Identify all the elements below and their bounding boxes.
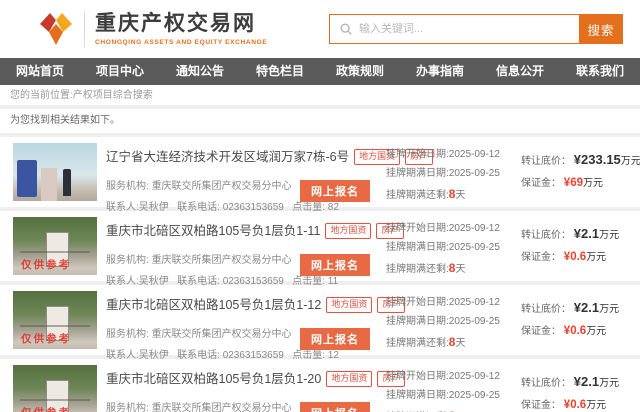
agency-value: 重庆联交所集团产权交易分中心 [152, 403, 292, 412]
listing-dates: 挂牌开始日期:2025-09-12 挂牌期满日期:2025-09-25 挂牌期满… [386, 368, 500, 412]
end-date-line: 挂牌期满日期:2025-09-25 [386, 313, 500, 332]
online-apply-button[interactable]: 网上报名 [300, 328, 370, 350]
listing-prices: 转让底价： ¥2.1万元 保证金： ¥0.6万元 [521, 374, 619, 412]
listing-row: 仅供参考 重庆市北碚区双柏路105号负1层负1-12地方国资房产 服务机构: 重… [0, 285, 640, 355]
price-line: 转让底价： ¥2.1万元 [521, 300, 619, 315]
logo-icon [36, 9, 76, 49]
site-logo[interactable]: 重庆产权交易网 CHONGQING ASSETS AND EQUITY EXCH… [36, 9, 267, 49]
start-date-line: 挂牌开始日期:2025-09-12 [386, 294, 500, 313]
listing-title[interactable]: 重庆市北碚区双柏路105号负1层负1-12 [106, 298, 321, 312]
listing-thumbnail[interactable]: 仅供参考 [13, 217, 97, 275]
search-bar: 搜索 [329, 14, 623, 44]
agency-value: 重庆联交所集团产权交易分中心 [152, 255, 292, 266]
deposit-label: 保证金： [521, 178, 561, 189]
thumbnail-watermark: 仅供参考 [21, 405, 71, 412]
listing-title[interactable]: 重庆市北碚区双柏路105号负1层负1-20 [106, 372, 321, 386]
end-date-line: 挂牌期满日期:2025-09-25 [386, 239, 500, 258]
agency-value: 重庆联交所集团产权交易分中心 [152, 329, 292, 340]
deposit-label: 保证金： [521, 326, 561, 337]
listing-title[interactable]: 重庆市北碚区双柏路105号负1层负1-11 [106, 224, 320, 238]
nav-item-3[interactable]: 通知公告 [160, 58, 240, 85]
results-note: 为您找到相关结果如下。 [0, 109, 640, 133]
listing-thumbnail[interactable]: 仅供参考 [13, 291, 97, 349]
listing-dates: 挂牌开始日期:2025-09-12 挂牌期满日期:2025-09-25 挂牌期满… [386, 294, 500, 354]
listing-prices: 转让底价： ¥233.15万元 保证金： ¥69万元 [521, 152, 640, 196]
breadcrumb: 您的当前位置:产权项目综合搜索 [0, 85, 640, 106]
listing-prices: 转让底价： ¥2.1万元 保证金： ¥0.6万元 [521, 300, 619, 344]
price-label: 转让底价： [521, 230, 571, 241]
deposit-value: ¥69 [564, 177, 583, 189]
online-apply-button[interactable]: 网上报名 [300, 402, 370, 412]
nav-item-2[interactable]: 项目中心 [80, 58, 160, 85]
price-value: ¥2.1 [574, 226, 599, 241]
listing-tag: 地方国资 [326, 297, 372, 313]
agency-label: 服务机构: [106, 403, 149, 412]
price-value: ¥2.1 [574, 300, 599, 315]
end-date-line: 挂牌期满日期:2025-09-25 [386, 165, 500, 184]
end-date-line: 挂牌期满日期:2025-09-25 [386, 387, 500, 406]
price-line: 转让底价： ¥2.1万元 [521, 374, 619, 389]
deposit-value: ¥0.6 [564, 251, 586, 263]
start-date-line: 挂牌开始日期:2025-09-12 [386, 220, 500, 239]
logo-divider [84, 11, 85, 47]
listing-tag: 地方国资 [326, 371, 372, 387]
price-label: 转让底价： [521, 156, 571, 167]
search-icon [339, 22, 353, 36]
remain-line: 挂牌期满还剩:8天 [386, 405, 500, 412]
price-value: ¥2.1 [574, 374, 599, 389]
deposit-line: 保证金： ¥0.6万元 [521, 396, 619, 411]
site-subtitle: CHONGQING ASSETS AND EQUITY EXCHANGE [95, 39, 267, 46]
listing-title[interactable]: 辽宁省大连经济技术开发区域润万家7栋-6号 [106, 150, 349, 164]
nav-item-8[interactable]: 联系我们 [560, 58, 640, 85]
listing-dates: 挂牌开始日期:2025-09-12 挂牌期满日期:2025-09-25 挂牌期满… [386, 220, 500, 280]
listing-row: 仅供参考 重庆市北碚区双柏路105号负1层负1-11地方国资房产 服务机构: 重… [0, 211, 640, 281]
price-line: 转让底价： ¥233.15万元 [521, 152, 640, 167]
agency-value: 重庆联交所集团产权交易分中心 [152, 181, 292, 192]
search-input[interactable] [359, 23, 579, 35]
start-date-line: 挂牌开始日期:2025-09-12 [386, 146, 500, 165]
listing-tag: 地方国资 [325, 223, 371, 239]
listing-prices: 转让底价： ¥2.1万元 保证金： ¥0.6万元 [521, 226, 619, 270]
listing-row: 仅供参考 重庆市北碚区双柏路105号负1层负1-20地方国资房产 服务机构: 重… [0, 359, 640, 412]
listing-thumbnail[interactable]: 仅供参考 [13, 365, 97, 412]
main-nav: 网站首页项目中心通知公告特色栏目政策规则办事指南信息公开联系我们 [0, 58, 640, 85]
price-value: ¥233.15 [574, 152, 621, 167]
thumbnail-watermark: 仅供参考 [21, 257, 71, 272]
price-line: 转让底价： ¥2.1万元 [521, 226, 619, 241]
site-name: 重庆产权交易网 [95, 12, 267, 36]
agency-label: 服务机构: [106, 255, 149, 266]
start-date-line: 挂牌开始日期:2025-09-12 [386, 368, 500, 387]
nav-item-6[interactable]: 办事指南 [400, 58, 480, 85]
deposit-value: ¥0.6 [564, 399, 586, 411]
nav-item-7[interactable]: 信息公开 [480, 58, 560, 85]
remain-line: 挂牌期满还剩:8天 [386, 183, 500, 206]
logo-text: 重庆产权交易网 CHONGQING ASSETS AND EQUITY EXCH… [95, 12, 267, 45]
price-label: 转让底价： [521, 304, 571, 315]
agency-label: 服务机构: [106, 181, 149, 192]
nav-item-4[interactable]: 特色栏目 [240, 58, 320, 85]
online-apply-button[interactable]: 网上报名 [300, 180, 370, 202]
price-label: 转让底价： [521, 378, 571, 389]
remain-line: 挂牌期满还剩:8天 [386, 331, 500, 354]
listing-dates: 挂牌开始日期:2025-09-12 挂牌期满日期:2025-09-25 挂牌期满… [386, 146, 500, 206]
deposit-line: 保证金： ¥0.6万元 [521, 322, 619, 337]
deposit-label: 保证金： [521, 400, 561, 411]
agency-label: 服务机构: [106, 329, 149, 340]
listings: 辽宁省大连经济技术开发区域润万家7栋-6号地方国资房产 服务机构: 重庆联交所集… [0, 137, 640, 412]
nav-item-1[interactable]: 网站首页 [0, 58, 80, 85]
thumbnail-watermark: 仅供参考 [21, 331, 71, 346]
search-button[interactable]: 搜索 [579, 14, 623, 44]
deposit-line: 保证金： ¥0.6万元 [521, 248, 619, 263]
remain-line: 挂牌期满还剩:8天 [386, 257, 500, 280]
site-header: 重庆产权交易网 CHONGQING ASSETS AND EQUITY EXCH… [0, 0, 640, 58]
listing-thumbnail[interactable] [13, 143, 97, 201]
online-apply-button[interactable]: 网上报名 [300, 254, 370, 276]
deposit-value: ¥0.6 [564, 325, 586, 337]
nav-item-5[interactable]: 政策规则 [320, 58, 400, 85]
deposit-label: 保证金： [521, 252, 561, 263]
deposit-line: 保证金： ¥69万元 [521, 174, 640, 189]
listing-row: 辽宁省大连经济技术开发区域润万家7栋-6号地方国资房产 服务机构: 重庆联交所集… [0, 137, 640, 207]
